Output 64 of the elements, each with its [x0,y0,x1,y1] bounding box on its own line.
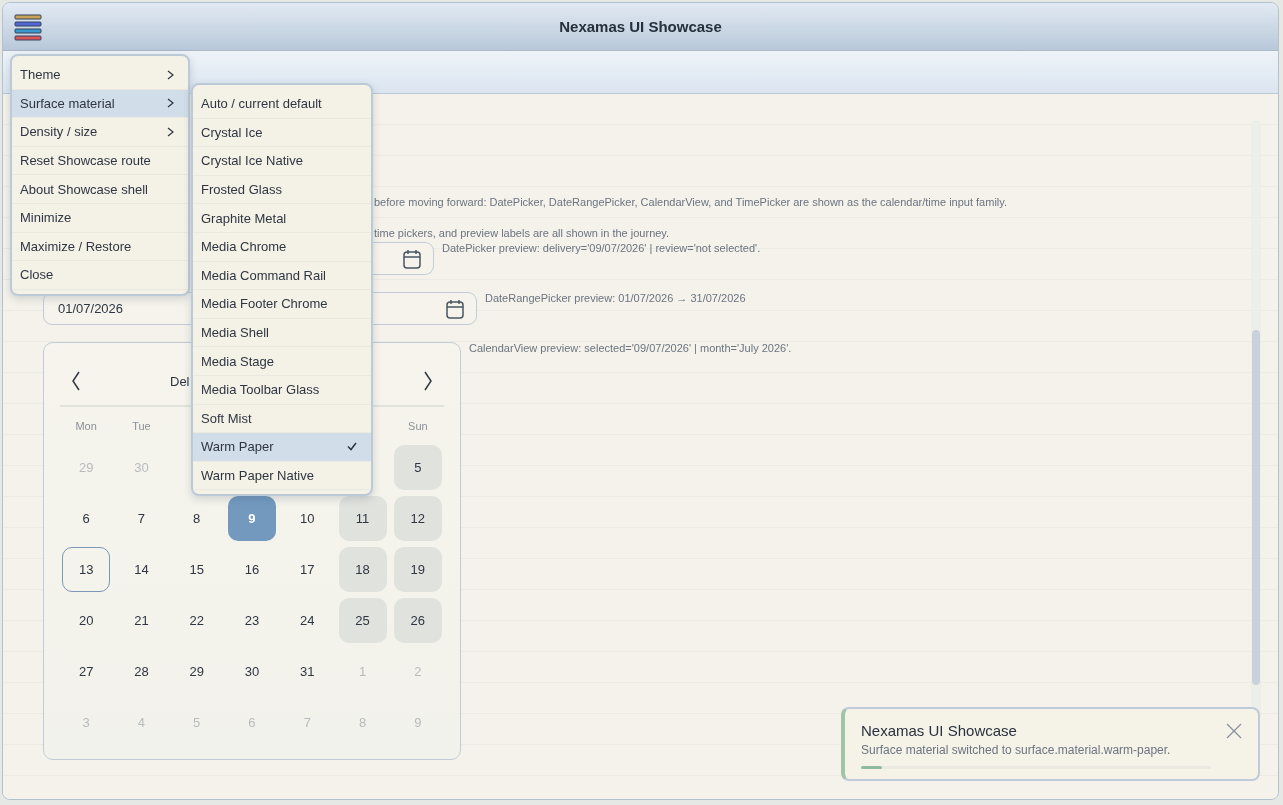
calendar-day[interactable]: 23 [228,598,276,643]
calendar-day[interactable]: 12 [393,496,442,541]
menu-item[interactable]: Close [12,261,188,290]
menu-item[interactable]: Auto / current default [193,90,371,119]
calendar-day[interactable]: 8 [172,496,221,541]
menu-button[interactable] [13,12,43,42]
weekday-label: Sun [407,419,429,434]
weekday-label: Mon [74,419,98,434]
calendar-day[interactable]: 6 [62,496,111,541]
scroll-thumb[interactable] [1252,330,1260,685]
calendar-day[interactable]: 10 [283,496,332,541]
menu-item[interactable]: Minimize [12,203,188,233]
weekday-label: Tue [131,419,152,434]
calendar-day[interactable]: 21 [117,598,166,643]
calendar-day[interactable]: 7 [117,496,166,541]
menu-item[interactable]: Media Command Rail [193,261,371,291]
menu-item[interactable]: Theme [12,61,188,90]
close-button[interactable] [1226,722,1242,739]
calendar-day[interactable]: 20 [62,598,111,643]
menu-item[interactable]: Warm Paper Native [193,461,371,491]
calendar-day[interactable]: 28 [117,649,166,694]
menu-item[interactable]: Media Footer Chrome [193,290,371,319]
menu-item[interactable]: Reset Showcase route [12,146,188,176]
calendar-day[interactable]: 14 [117,547,166,592]
menu-item[interactable]: Graphite Metal [193,204,371,233]
calendar-day[interactable]: 24 [283,598,332,643]
menu-item[interactable]: Crystal Ice Native [193,147,371,176]
calendar-day[interactable]: 25 [338,598,387,643]
calendar-day[interactable]: 30 [228,649,276,694]
menu-item[interactable]: Crystal Ice [193,118,371,148]
calendar-day[interactable]: 13 [62,547,111,592]
calendar-icon[interactable] [403,248,421,269]
menu-item[interactable]: About Showcase shell [12,175,188,204]
preview-label: DatePicker preview: delivery='09/07/2026' | review='not selected'. [442,242,761,254]
calendar-title: Del [170,373,191,389]
menu-item[interactable]: Maximize / Restore [12,232,188,262]
menu-item[interactable]: Frosted Glass [193,175,371,205]
description-text: before moving forward: DatePicker, DateRangePicker, CalendarView, and TimePicker are shown as the calendar/time input family. [374,196,1007,208]
toast-message: Surface material switched to surface.material.warm-paper. [861,743,1172,757]
calendar-day[interactable]: 16 [228,547,276,592]
calendar-day[interactable]: 5 [393,445,442,490]
calendar-day[interactable]: 27 [62,649,111,694]
menu-item[interactable]: Density / size [12,118,188,147]
calendar-day[interactable]: 31 [283,649,332,694]
menu-item[interactable]: Media Stage [193,347,371,376]
calendar-icon[interactable] [446,298,464,319]
calendar-day[interactable]: 29 [172,649,221,694]
window-title: Nexamas UI Showcase [559,18,722,35]
menu-item[interactable]: Media Shell [193,318,371,348]
toast-title: Nexamas UI Showcase [861,722,1017,739]
preview-label: CalendarView preview: selected='09/07/2026' | month='July 2026'. [469,342,792,354]
menu-item[interactable]: Media Toolbar Glass [193,375,371,405]
calendar-day[interactable]: 19 [393,547,442,592]
calendar-day[interactable]: 11 [338,496,387,541]
calendar-day[interactable]: 22 [172,598,221,643]
menu-item[interactable]: Surface material [12,89,188,119]
calendar-day[interactable]: 15 [172,547,221,592]
calendar-day[interactable]: 17 [283,547,332,592]
preview-label: DateRangePicker preview: 01/07/2026 → 31/07/2026 [485,292,746,304]
menu-item[interactable]: Media Chrome [193,232,371,262]
menu-item[interactable]: Warm Paper [193,433,371,462]
description-text: time pickers, and preview labels are all shown in the journey. [374,227,670,239]
calendar-day[interactable]: 26 [393,598,442,643]
calendar-day[interactable]: 18 [338,547,387,592]
